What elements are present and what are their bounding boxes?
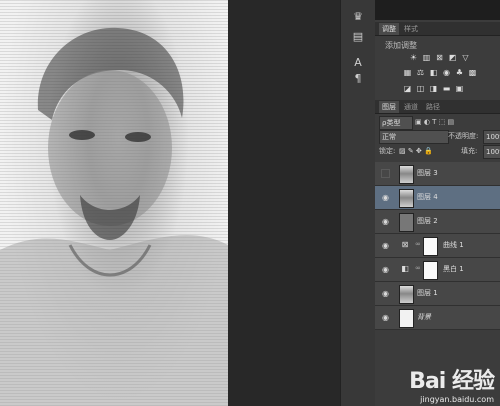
eye-icon[interactable]: ◉	[381, 217, 390, 226]
history-panel-icon[interactable]: ▤	[351, 30, 365, 44]
link-icon: ∞	[415, 240, 421, 248]
vibrance-icon[interactable]: ▽	[461, 53, 470, 62]
curves-adjustment-icon: ⊠	[401, 240, 409, 249]
brightness-icon[interactable]: ☀	[409, 53, 418, 62]
add-adjustment-title: 添加调整	[385, 41, 417, 50]
layer-row-background[interactable]: ◉ 背景	[375, 306, 500, 330]
selective-color-icon[interactable]: ▣	[455, 84, 464, 93]
tab-styles[interactable]: 样式	[401, 23, 421, 35]
portrait-artwork	[0, 27, 228, 406]
layer-thumbnail	[399, 165, 414, 184]
layer-name: 图层 4	[417, 193, 438, 201]
fill-label: 填充:	[461, 147, 478, 155]
link-icon: ∞	[415, 264, 421, 272]
layer-name: 图层 3	[417, 169, 438, 177]
gradient-map-icon[interactable]: ▬	[442, 84, 451, 93]
layers-tabbar: 图层 通道 路径	[375, 100, 500, 114]
layer-row[interactable]: ◉ ◧ ∞ 黑白 1	[375, 258, 500, 282]
posterize-icon[interactable]: ◫	[416, 84, 425, 93]
lock-label: 锁定:	[379, 147, 396, 155]
panel-icon-strip: ♛ ▤ A ¶	[340, 0, 376, 406]
layer-name: 图层 2	[417, 217, 438, 225]
eye-icon[interactable]: ◉	[381, 289, 390, 298]
blend-mode-dropdown[interactable]: 正常	[379, 130, 449, 144]
layer-name: 黑白 1	[443, 265, 464, 273]
black-white-icon[interactable]: ◧	[429, 68, 438, 77]
channel-mixer-icon[interactable]: ♣	[455, 68, 464, 77]
layer-name: 曲线 1	[443, 241, 464, 249]
right-panel: 调整 样式 添加调整 ☀ ▥ ⊠ ◩ ▽ ▦ ⚖ ◧ ◉ ♣ ▩ ◪ ◫ ◨ ▬…	[375, 0, 500, 406]
layer-row[interactable]: ◉ 图层 2	[375, 210, 500, 234]
layer-thumbnail	[399, 189, 414, 208]
adjustments-tabbar: 调整 样式	[375, 22, 500, 36]
photo-filter-icon[interactable]: ◉	[442, 68, 451, 77]
layer-row[interactable]: ◉ ⊠ ∞ 曲线 1	[375, 234, 500, 258]
paragraph-panel-icon[interactable]: ¶	[351, 72, 365, 86]
layer-thumbnail	[399, 213, 414, 232]
color-panel-strip	[375, 0, 500, 20]
hue-saturation-icon[interactable]: ▦	[403, 68, 412, 77]
layer-mask-thumbnail[interactable]	[423, 237, 438, 256]
fill-field[interactable]: 100%	[483, 145, 500, 159]
exposure-icon[interactable]: ◩	[448, 53, 457, 62]
layer-filter-row: ρ类型 ▣ ◐ T ⬚ ▤	[375, 115, 500, 130]
blend-row: 正常 不透明度: 100%	[375, 129, 500, 144]
eye-icon[interactable]: ◉	[381, 241, 390, 250]
layer-name: 图层 1	[417, 289, 438, 297]
opacity-field[interactable]: 100%	[483, 130, 500, 144]
curves-icon[interactable]: ⊠	[435, 53, 444, 62]
tab-adjustments[interactable]: 调整	[379, 23, 399, 35]
eye-icon[interactable]: ◉	[381, 193, 390, 202]
black-white-adjustment-icon: ◧	[401, 264, 409, 273]
character-panel-icon[interactable]: A	[351, 56, 365, 70]
layer-mask-thumbnail[interactable]	[423, 261, 438, 280]
layer-thumbnail	[399, 285, 414, 304]
layer-name: 背景	[417, 313, 431, 321]
tab-channels[interactable]: 通道	[401, 101, 421, 113]
levels-icon[interactable]: ▥	[422, 53, 431, 62]
watermark-url: jingyan.baidu.com	[420, 395, 494, 404]
document-image[interactable]	[0, 0, 228, 406]
threshold-icon[interactable]: ◨	[429, 84, 438, 93]
layer-row[interactable]: ◉ 图层 1	[375, 282, 500, 306]
lock-row: 锁定: ▨ ✎ ✥ 🔒 填充: 100%	[375, 144, 500, 159]
adjustments-panel-icon[interactable]: ♛	[351, 10, 365, 24]
eye-icon[interactable]: ◉	[381, 313, 390, 322]
layer-row-selected[interactable]: ◉ 图层 4	[375, 186, 500, 210]
visibility-toggle[interactable]	[381, 169, 390, 178]
color-lookup-icon[interactable]: ▩	[468, 68, 477, 77]
opacity-label: 不透明度:	[448, 132, 479, 140]
watermark-logo: Bai 经验	[409, 369, 495, 394]
filter-kind-dropdown[interactable]: ρ类型	[379, 116, 413, 130]
color-balance-icon[interactable]: ⚖	[416, 68, 425, 77]
tab-layers[interactable]: 图层	[379, 101, 399, 113]
layer-row[interactable]: 图层 3	[375, 162, 500, 186]
eye-icon[interactable]: ◉	[381, 265, 390, 274]
baidu-jingyan-watermark: Bai 经验 jingyan.baidu.com	[409, 363, 495, 404]
lock-icons[interactable]: ▨ ✎ ✥ 🔒	[399, 145, 433, 157]
tab-paths[interactable]: 路径	[423, 101, 443, 113]
invert-icon[interactable]: ◪	[403, 84, 412, 93]
canvas-area[interactable]	[0, 0, 340, 406]
filter-icons[interactable]: ▣ ◐ T ⬚ ▤	[415, 116, 454, 128]
layer-thumbnail	[399, 309, 414, 328]
